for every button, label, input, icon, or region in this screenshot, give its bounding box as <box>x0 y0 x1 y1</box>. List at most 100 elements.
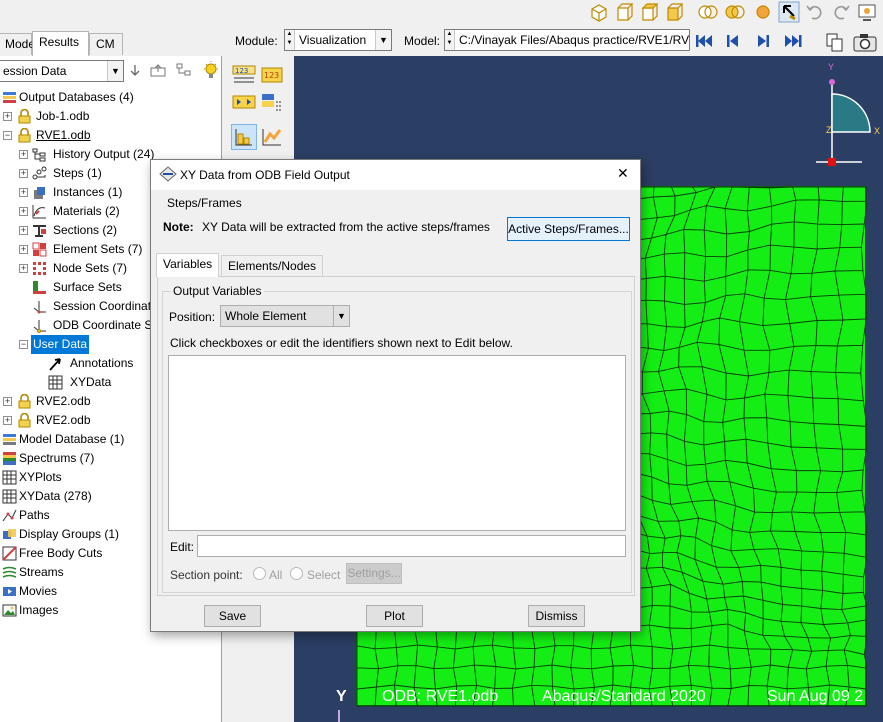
dialog-titlebar[interactable]: XY Data from ODB Field Output ✕ <box>151 160 640 190</box>
chevron-down-icon[interactable]: ▼ <box>375 30 391 50</box>
render-shaded-icon[interactable] <box>724 1 746 23</box>
status-solver: Abaqus/Standard 2020 <box>542 688 706 705</box>
edit-label: Edit: <box>170 540 195 554</box>
chevron-down-icon[interactable]: ▼ <box>333 306 349 326</box>
dialog-title: XY Data from ODB Field Output <box>180 168 350 182</box>
report-values-icon[interactable]: 123 <box>260 64 284 86</box>
expand-icon[interactable]: + <box>3 397 12 406</box>
filter-tree-icon[interactable] <box>176 63 192 77</box>
xyplot-grid-icon <box>2 470 17 485</box>
top-toolbar <box>0 0 883 28</box>
xy-data-manager-icon[interactable] <box>260 92 284 114</box>
query-arrow-icon[interactable] <box>778 1 800 23</box>
tab-results[interactable]: Results <box>32 31 89 56</box>
note-text: XY Data will be extracted from the activ… <box>202 220 490 234</box>
image-icon <box>2 604 17 617</box>
select-radio[interactable] <box>290 567 303 580</box>
view-cube-iso-icon[interactable] <box>588 1 610 23</box>
materials-icon <box>32 205 46 219</box>
steps-frames-heading: Steps/Frames <box>167 196 242 210</box>
first-frame-icon[interactable] <box>693 32 715 50</box>
expand-icon[interactable]: + <box>19 150 28 159</box>
path-icon <box>2 509 17 522</box>
tab-variables[interactable]: Variables <box>156 253 219 277</box>
chevron-down-icon[interactable]: ▼ <box>107 61 123 81</box>
svg-text:123: 123 <box>235 67 248 75</box>
collapse-node-icon[interactable]: − <box>19 340 28 349</box>
history-output-icon <box>32 148 46 162</box>
expand-icon[interactable]: + <box>19 188 28 197</box>
xydata-grid-icon <box>2 489 17 504</box>
expand-icon[interactable]: + <box>3 416 12 425</box>
status-odb: ODB: RVE1.odb <box>382 688 499 705</box>
view-cube-front-icon[interactable] <box>613 1 635 23</box>
copy-viewport-icon[interactable] <box>824 31 846 53</box>
all-radio[interactable] <box>253 567 266 580</box>
note-label: Note: <box>163 220 194 234</box>
lock-icon <box>18 413 31 428</box>
bottom-axis-label: Y <box>336 688 347 705</box>
view-cube-side-icon[interactable] <box>663 1 685 23</box>
plot-button[interactable]: Plot <box>366 605 423 627</box>
undo-icon[interactable] <box>804 1 826 23</box>
edit-field[interactable] <box>197 535 626 557</box>
movie-icon <box>3 587 16 596</box>
up-folder-icon[interactable] <box>150 63 166 77</box>
model-combo[interactable]: ▲ ▼ C:/Vinayak Files/Abaqus practice/RVE1… <box>444 29 690 51</box>
status-date: Sun Aug 09 2 <box>767 688 864 705</box>
module-spin-icon[interactable]: ▲ ▼ <box>285 30 295 50</box>
position-combo[interactable]: Whole Element ▼ <box>220 305 350 327</box>
spectrum-icon <box>3 452 16 465</box>
view-cube-top-icon[interactable] <box>638 1 660 23</box>
lock-icon <box>18 128 31 143</box>
node-sets-icon <box>33 262 46 275</box>
expand-icon[interactable]: + <box>19 264 28 273</box>
render-style-icon[interactable] <box>697 1 719 23</box>
free-body-cut-icon <box>2 546 17 561</box>
module-label: Module: <box>235 34 278 48</box>
position-label: Position: <box>169 310 216 324</box>
instructions-text: Click checkboxes or edit the identifiers… <box>170 336 513 350</box>
section-point-label: Section point: <box>170 568 243 582</box>
expand-icon[interactable]: + <box>19 169 28 178</box>
display-group-icon <box>3 529 16 539</box>
collapse-icon[interactable] <box>128 63 142 77</box>
module-combo[interactable]: ▲ ▼ Visualization ▼ <box>284 29 392 51</box>
render-solid-icon[interactable] <box>752 1 774 23</box>
tab-elements-nodes[interactable]: Elements/Nodes <box>221 255 323 277</box>
next-frame-icon[interactable] <box>752 32 774 50</box>
context-bar: Module: ▲ ▼ Visualization ▼ Model: ▲ ▼ C:/… <box>228 28 883 56</box>
output-variables-heading: Output Variables <box>171 284 264 298</box>
previous-frame-icon[interactable] <box>722 32 744 50</box>
lightbulb-icon[interactable] <box>202 60 220 80</box>
animate-icon[interactable] <box>232 92 256 114</box>
lock-icon <box>18 394 31 409</box>
dismiss-button[interactable]: Dismiss <box>528 605 585 627</box>
save-button[interactable]: Save <box>204 605 261 627</box>
settings-button[interactable]: Settings... <box>346 563 402 584</box>
stream-icon <box>2 566 17 578</box>
expand-icon[interactable]: + <box>3 112 12 121</box>
close-icon[interactable]: ✕ <box>617 165 629 182</box>
output-variables-list[interactable] <box>168 355 626 531</box>
plot-xy-data-icon[interactable] <box>260 126 284 148</box>
svg-text:123: 123 <box>264 71 279 80</box>
probe-values-icon[interactable]: 123 <box>232 64 256 86</box>
last-frame-icon[interactable] <box>782 32 804 50</box>
expand-icon[interactable]: + <box>19 226 28 235</box>
session-data-combo[interactable]: ession Data ▼ <box>0 60 124 82</box>
collapse-node-icon[interactable]: − <box>3 131 12 140</box>
redo-icon[interactable] <box>830 1 852 23</box>
active-steps-frames-button[interactable]: Active Steps/Frames... <box>507 217 630 241</box>
expand-icon[interactable]: + <box>19 245 28 254</box>
expand-icon[interactable]: + <box>19 207 28 216</box>
tab-model[interactable]: Model <box>0 33 38 55</box>
all-radio-label: All <box>269 568 283 582</box>
view-manager-icon[interactable] <box>856 1 878 23</box>
camera-icon[interactable] <box>852 31 878 53</box>
tab-cm[interactable]: CM <box>89 33 123 55</box>
model-spin-icon[interactable]: ▲ ▼ <box>445 30 455 50</box>
annotation-arrow-icon <box>49 358 61 371</box>
create-xy-data-button[interactable] <box>231 124 257 150</box>
triad-x-label: X <box>874 126 881 136</box>
